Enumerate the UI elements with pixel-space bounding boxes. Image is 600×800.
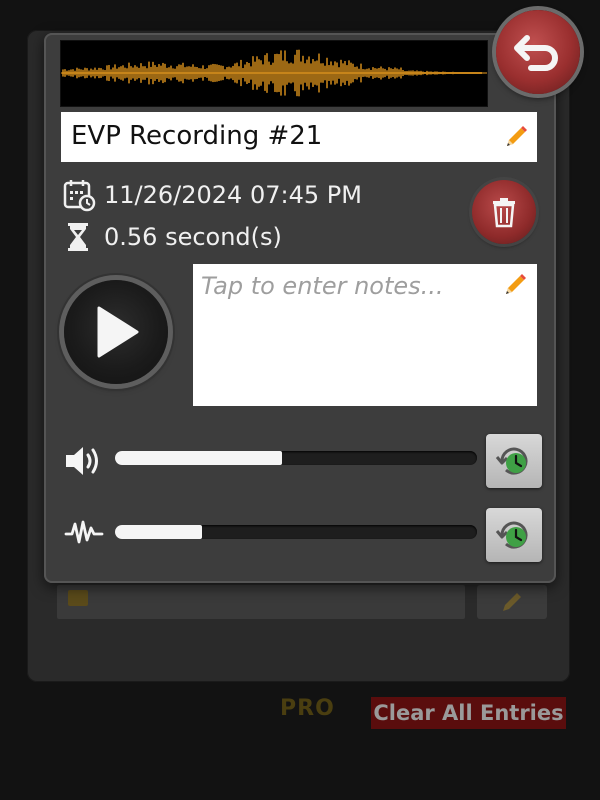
recording-title: EVP Recording #21 [71, 121, 323, 151]
trash-icon [493, 198, 515, 228]
delete-button[interactable] [472, 180, 536, 244]
clock-reset-icon [495, 521, 528, 549]
volume-slider-fill [115, 451, 282, 465]
datetime-row: 11/26/2024 07:45 PM [62, 178, 362, 212]
clear-all-entries-button: Clear All Entries [371, 697, 566, 729]
recording-duration: 0.56 second(s) [104, 223, 282, 251]
background-note-icon [68, 590, 88, 606]
recording-title-field[interactable]: EVP Recording #21 [61, 112, 537, 162]
waveform-icon [64, 520, 104, 544]
pencil-icon[interactable] [502, 123, 530, 151]
speaker-icon [66, 447, 98, 475]
pencil-icon[interactable] [501, 271, 529, 299]
waveform-display [60, 40, 488, 107]
notes-placeholder: Tap to enter notes... [201, 272, 444, 300]
background-list-row [57, 585, 465, 619]
waveform-graphic [61, 49, 487, 97]
duration-row: 0.56 second(s) [62, 220, 282, 254]
clock-reset-icon [495, 447, 528, 475]
filter-slider-fill [115, 525, 202, 539]
filter-slider[interactable] [115, 525, 477, 539]
play-button[interactable] [64, 280, 168, 384]
recording-datetime: 11/26/2024 07:45 PM [104, 181, 362, 209]
undo-arrow-icon [514, 35, 558, 71]
back-button[interactable] [496, 10, 580, 94]
background-pencil-icon [503, 593, 521, 611]
play-icon [97, 306, 139, 358]
volume-reset-button[interactable] [486, 434, 542, 488]
calendar-clock-icon [63, 180, 96, 212]
volume-slider[interactable] [115, 451, 477, 465]
notes-field[interactable]: Tap to enter notes... [193, 264, 537, 406]
filter-reset-button[interactable] [486, 508, 542, 562]
background-edit-button [477, 585, 547, 619]
pro-label: PRO [280, 696, 335, 721]
hourglass-icon [68, 223, 88, 251]
